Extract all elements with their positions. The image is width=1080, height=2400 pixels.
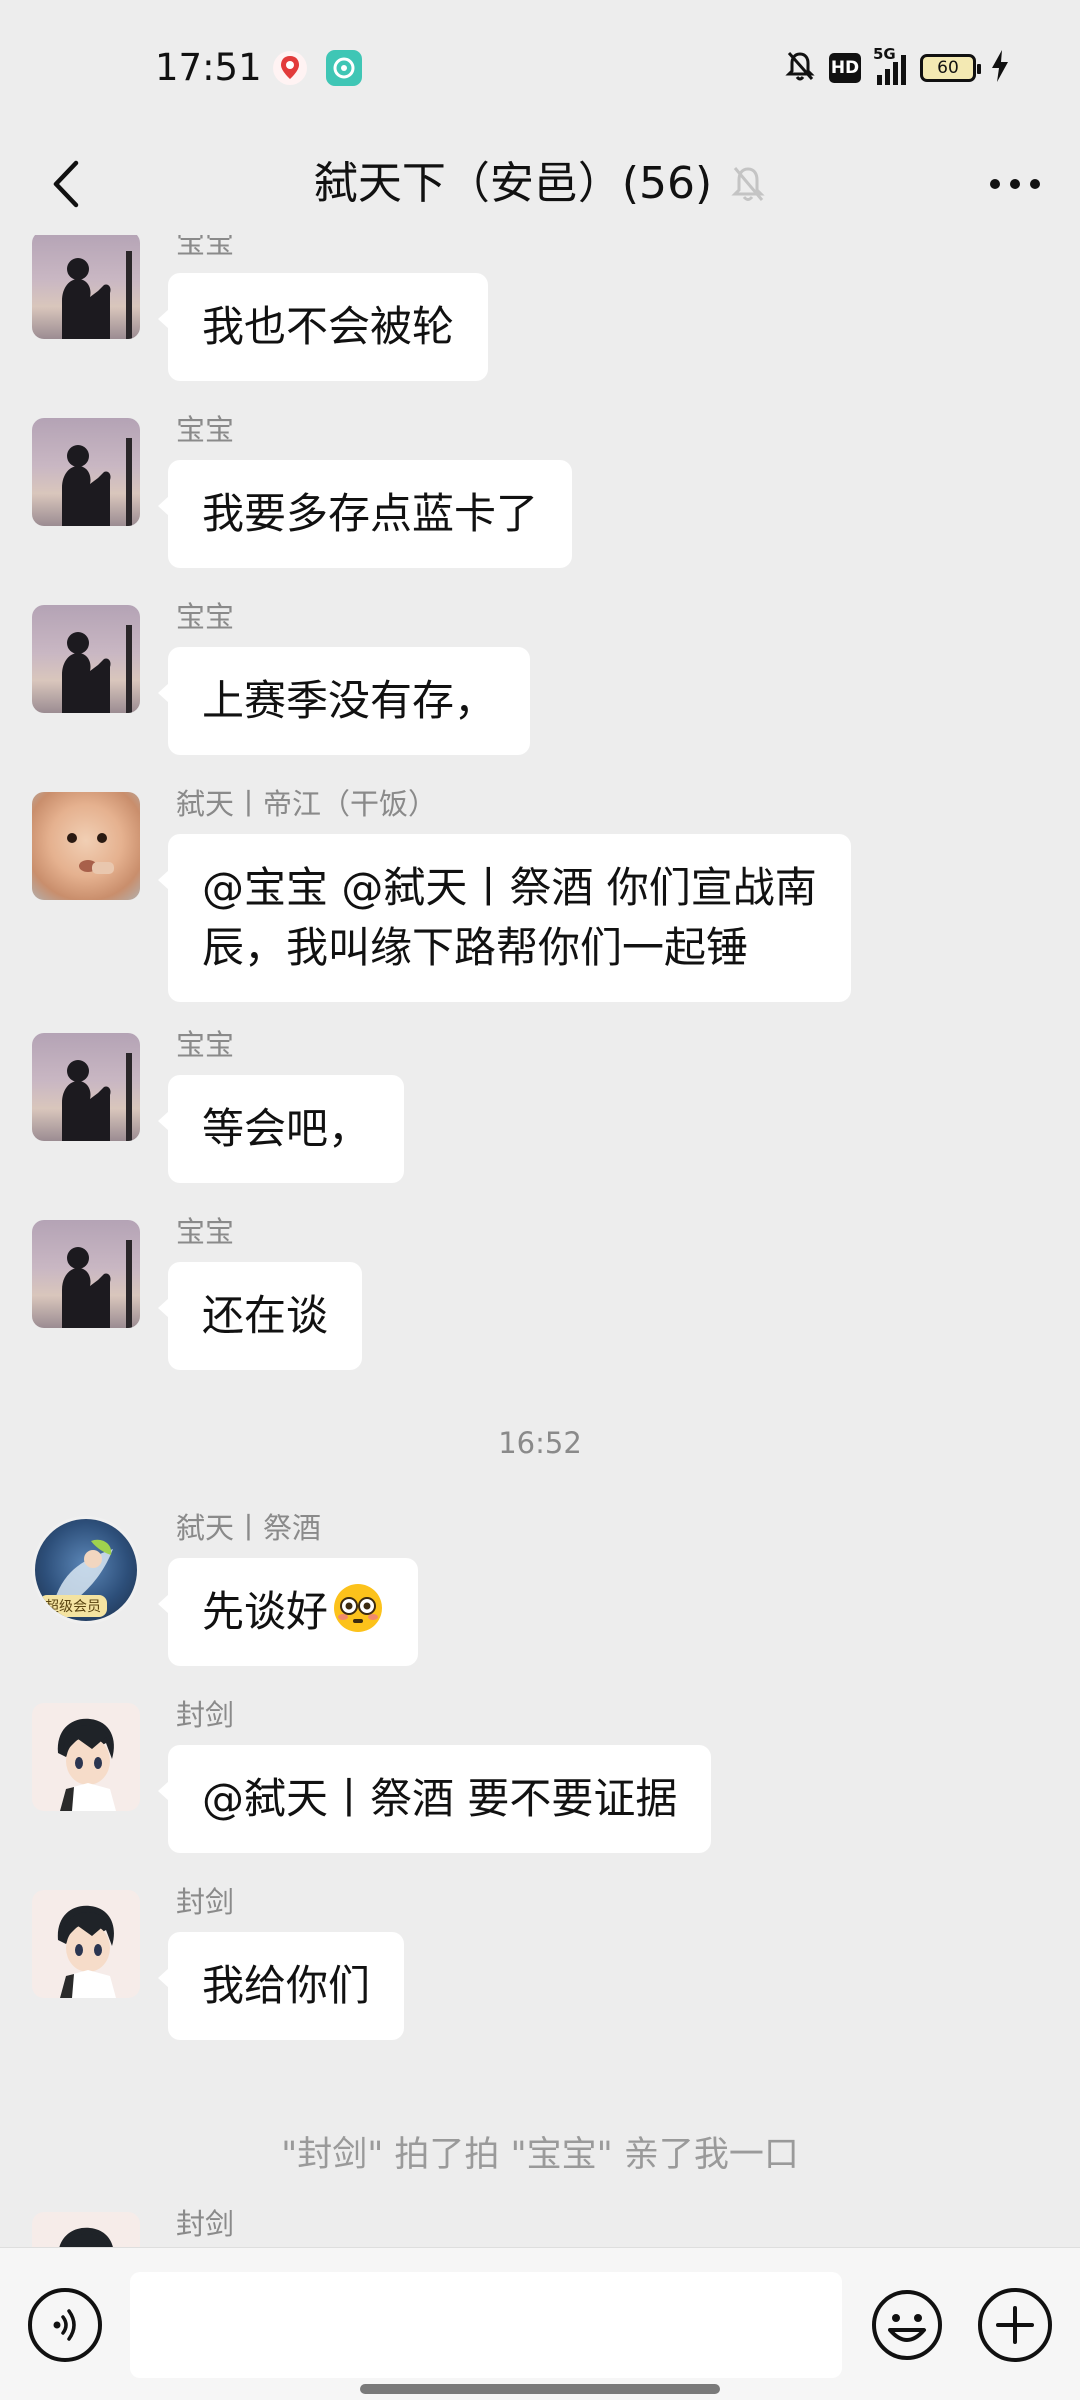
emoji-icon <box>872 2290 942 2360</box>
anime-boy-avatar[interactable] <box>32 2212 140 2247</box>
anime-boy-avatar[interactable] <box>32 1890 140 1998</box>
message-bubble[interactable]: 先谈好 <box>157 1558 419 1666</box>
poke-system-message: "封剑" 拍了拍 "宝宝" 亲了我一口 <box>281 2135 799 2175</box>
message-bubble[interactable]: @弑天丨祭酒 要不要证据 <box>157 1745 712 1853</box>
message-text: 还在谈 <box>202 1291 329 1340</box>
home-indicator[interactable] <box>360 2384 720 2394</box>
chat-title: 弑天下（安邑）(56) <box>313 158 713 209</box>
chat-app-icon <box>326 50 362 86</box>
sender-name: 封剑 <box>176 1698 235 1732</box>
message-bubble[interactable]: 等会吧， <box>157 1075 405 1183</box>
sender-name: 弑天丨祭酒 <box>176 1511 322 1545</box>
message-input[interactable] <box>130 2272 842 2378</box>
sender-name: 宝宝 <box>176 413 235 447</box>
silhouette-avatar[interactable] <box>32 235 140 339</box>
message-bubble[interactable]: 我给你们 <box>157 1932 405 2040</box>
battery-level: 60 <box>937 58 959 78</box>
muted-bell-icon <box>731 167 765 201</box>
message-text-line: 辰，我叫缘下路帮你们一起锤 <box>202 923 749 972</box>
message-bubble[interactable]: 还在谈 <box>157 1262 363 1370</box>
chat-title-area[interactable]: 弑天下（安邑）(56) <box>0 149 1080 219</box>
more-button[interactable] <box>980 149 1050 219</box>
status-time: 17:51 <box>155 46 262 89</box>
voice-button[interactable] <box>28 2288 102 2362</box>
message-timestamp: 16:52 <box>498 1426 582 1460</box>
message-list[interactable]: 宝宝 我也不会被轮 宝宝 我要多存点蓝卡了 宝宝 上赛季没有存， 弑天丨帝江（干… <box>0 235 1080 2247</box>
sender-name: 宝宝 <box>176 1215 235 1249</box>
message-text: 等会吧， <box>202 1104 371 1153</box>
hd-icon: HD <box>829 53 861 83</box>
plus-icon <box>996 2306 1034 2344</box>
battery-icon: 60 <box>920 54 981 82</box>
message-text: 我也不会被轮 <box>202 302 455 351</box>
silhouette-avatar[interactable] <box>32 1220 140 1328</box>
message-text: @弑天丨祭酒 要不要证据 <box>202 1774 678 1823</box>
charging-icon <box>990 49 1010 87</box>
sender-name: 封剑 <box>176 2207 235 2241</box>
input-bar <box>0 2247 1080 2400</box>
message-text: 先谈好 <box>202 1587 329 1636</box>
message-bubble[interactable]: @宝宝 @弑天丨祭酒 你们宣战南 辰，我叫缘下路帮你们一起锤 <box>158 834 851 1002</box>
silhouette-avatar[interactable] <box>32 1033 140 1141</box>
emoji-button[interactable] <box>870 2288 944 2362</box>
status-bar: 17:51 HD 5G 60 <box>0 0 1080 135</box>
message-text-line: @宝宝 @弑天丨祭酒 你们宣战南 <box>202 863 817 912</box>
game-character-avatar[interactable]: 超级会员 <box>32 1516 140 1624</box>
network-label: 5G <box>873 45 896 63</box>
sender-name: 封剑 <box>176 1885 235 1919</box>
message-bubble[interactable]: 我要多存点蓝卡了 <box>157 460 573 568</box>
message-text: 上赛季没有存， <box>202 676 497 725</box>
message-bubble[interactable]: 上赛季没有存， <box>157 647 531 755</box>
flushed-face-icon <box>334 1584 383 1632</box>
more-dots-icon <box>990 179 1040 189</box>
baby-avatar[interactable] <box>32 792 140 900</box>
sender-name: 宝宝 <box>176 1028 235 1062</box>
vip-badge: 超级会员 <box>39 1595 107 1617</box>
message-bubble[interactable]: 我也不会被轮 <box>157 273 489 381</box>
silhouette-avatar[interactable] <box>32 605 140 713</box>
plus-button[interactable] <box>978 2288 1052 2362</box>
message-text: 我要多存点蓝卡了 <box>202 489 539 538</box>
sender-name: 宝宝 <box>176 600 235 634</box>
voice-icon <box>53 2309 76 2341</box>
mute-bell-icon <box>785 50 815 86</box>
sender-name: 宝宝 <box>176 235 235 260</box>
silhouette-avatar[interactable] <box>32 418 140 526</box>
map-app-icon <box>272 50 308 86</box>
anime-boy-avatar[interactable] <box>32 1703 140 1811</box>
message-text: 我给你们 <box>202 1961 371 2010</box>
sender-name: 弑天丨帝江（干饭） <box>176 787 438 821</box>
chat-header: 弑天下（安邑）(56) <box>0 135 1080 235</box>
signal-icon: 5G <box>873 45 906 85</box>
